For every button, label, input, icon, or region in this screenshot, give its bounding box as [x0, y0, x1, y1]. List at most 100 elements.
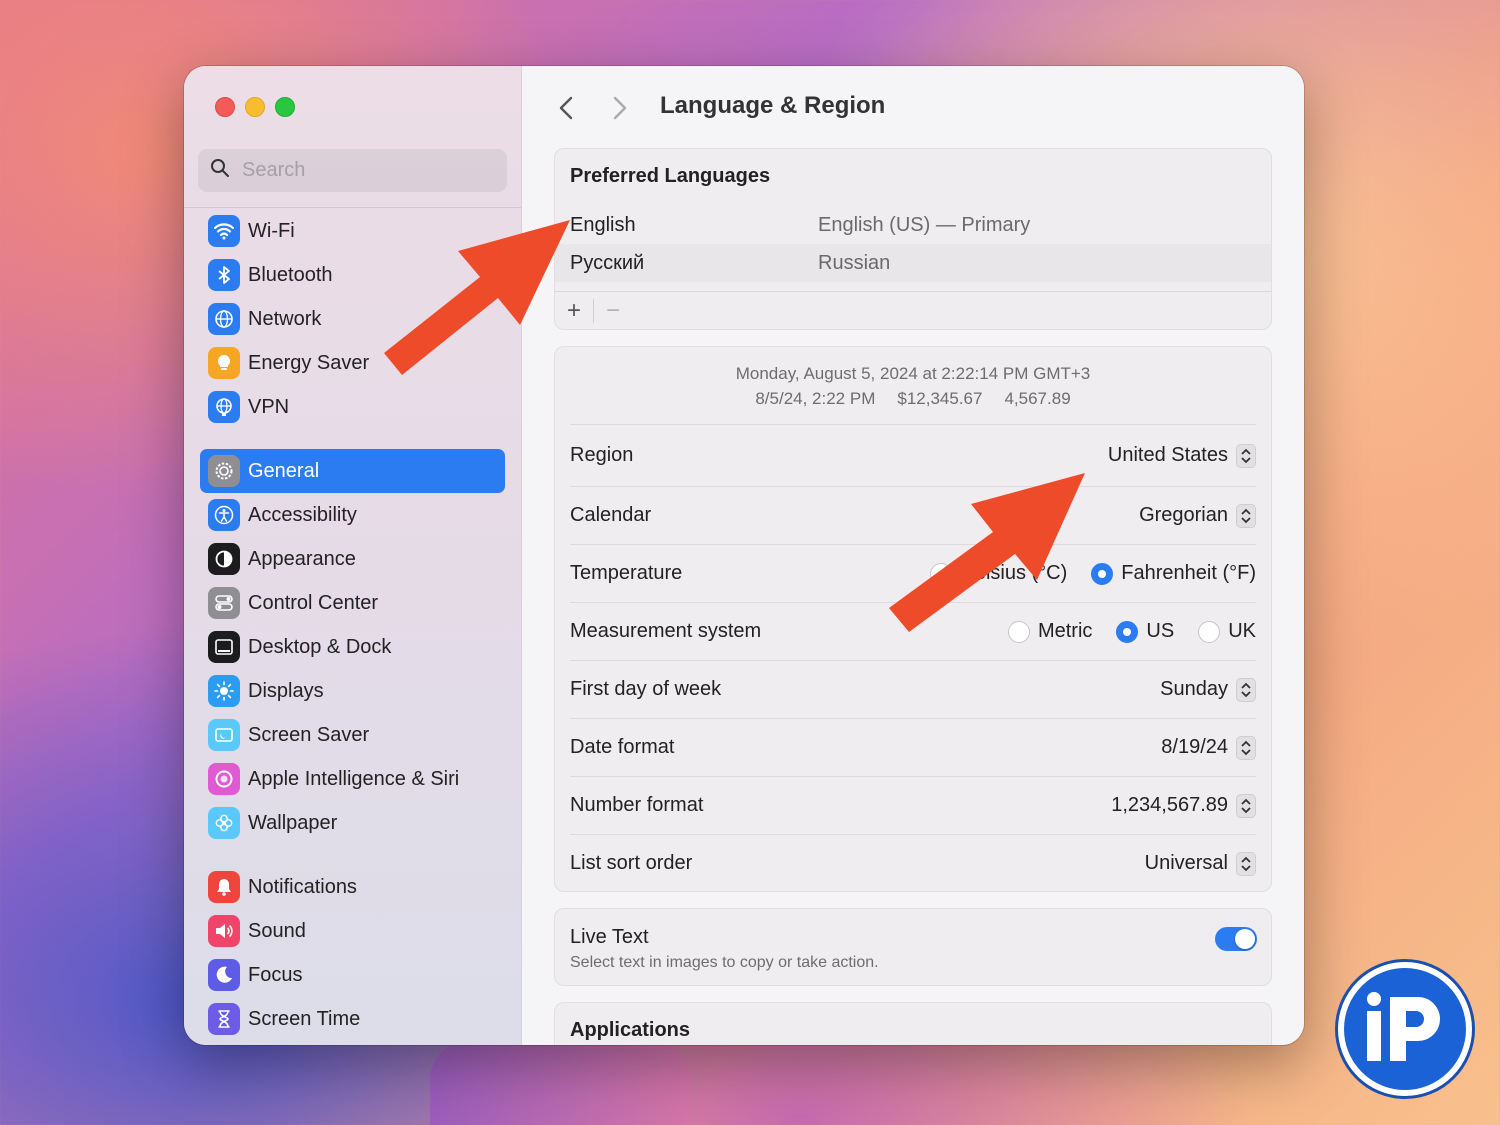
sidebar-item-accessibility[interactable]: Accessibility — [200, 493, 505, 537]
uk-option[interactable]: UK — [1198, 620, 1256, 643]
sidebar-item-label: Desktop & Dock — [248, 635, 392, 658]
sidebar-item-label: General — [248, 459, 320, 482]
close-button[interactable] — [215, 97, 235, 117]
dock-icon — [208, 631, 240, 663]
calendar-popup[interactable]: Gregorian — [1139, 503, 1256, 528]
preview-formats: 8/5/24, 2:22 PM $12,345.67 4,567.89 — [555, 386, 1271, 411]
sidebar-item-label: Apple Intelligence & Siri — [248, 767, 460, 790]
date-format-popup[interactable]: 8/19/24 — [1161, 735, 1256, 760]
celsius-label: Celsius (°C) — [960, 562, 1068, 584]
sidebar-item-label: Network — [248, 307, 322, 330]
sidebar-divider — [184, 207, 521, 208]
metric-label: Metric — [1037, 620, 1093, 642]
calendar-row: Calendar Gregorian — [570, 486, 1256, 544]
iphones-logo — [1338, 962, 1472, 1096]
measurement-row: Measurement system Metric US UK — [570, 602, 1256, 660]
sidebar-item-apple-intelligence-siri[interactable]: Apple Intelligence & Siri — [200, 757, 505, 801]
language-row-english[interactable]: English English (US) — Primary — [555, 206, 1271, 244]
lightbulb-icon — [208, 347, 240, 379]
list-sort-popup[interactable]: Universal — [1145, 851, 1256, 876]
up-down-chevron-icon — [1236, 503, 1256, 528]
flower-icon — [208, 807, 240, 839]
zoom-button[interactable] — [275, 97, 295, 117]
back-button[interactable] — [554, 94, 578, 122]
first-day-row: First day of week Sunday — [570, 660, 1256, 718]
format-preview: Monday, August 5, 2024 at 2:22:14 PM GMT… — [555, 361, 1271, 411]
sidebar-item-sound[interactable]: Sound — [200, 909, 505, 953]
globe-icon — [208, 303, 240, 335]
sidebar-item-focus[interactable]: Focus — [200, 953, 505, 997]
sidebar-item-displays[interactable]: Displays — [200, 669, 505, 713]
sidebar-item-screen-time[interactable]: Screen Time — [200, 997, 505, 1041]
chevron-right-icon — [613, 96, 627, 120]
sidebar-item-bluetooth[interactable]: Bluetooth — [200, 253, 505, 297]
up-down-chevron-icon — [1236, 677, 1256, 702]
sidebar-item-control-center[interactable]: Control Center — [200, 581, 505, 625]
uk-label: UK — [1228, 620, 1256, 642]
sidebar-item-label: VPN — [248, 395, 290, 418]
sidebar-item-general[interactable]: General — [200, 449, 505, 493]
sidebar-item-network[interactable]: Network — [200, 297, 505, 341]
region-settings-card: Monday, August 5, 2024 at 2:22:14 PM GMT… — [554, 346, 1272, 892]
sidebar-item-desktop-dock[interactable]: Desktop & Dock — [200, 625, 505, 669]
toggle-knob — [1235, 929, 1255, 949]
up-down-chevron-icon — [1236, 793, 1256, 818]
language-row-russian[interactable]: Русский Russian — [555, 244, 1271, 282]
ip-logo-icon — [1367, 992, 1440, 1061]
bell-icon — [208, 871, 240, 903]
us-option[interactable]: US — [1116, 620, 1174, 643]
fahrenheit-option[interactable]: Fahrenheit (°F) — [1091, 562, 1256, 585]
first-day-label: First day of week — [570, 678, 722, 700]
number-format-popup[interactable]: 1,234,567.89 — [1111, 793, 1256, 818]
sidebar-item-wallpaper[interactable]: Wallpaper — [200, 801, 505, 845]
sidebar-item-label: Screen Time — [248, 1007, 361, 1030]
sidebar-item-vpn[interactable]: VPN — [200, 385, 505, 429]
gear-icon — [208, 455, 240, 487]
preview-date: 8/5/24, 2:22 PM — [755, 389, 876, 408]
search-placeholder: Search — [242, 159, 306, 181]
preview-currency: $12,345.67 — [897, 389, 983, 408]
remove-language-button[interactable]: − — [594, 292, 632, 330]
sidebar-item-label: Control Center — [248, 591, 379, 614]
control-center-icon — [208, 587, 240, 619]
date-format-value: 8/19/24 — [1161, 736, 1228, 758]
minimize-button[interactable] — [245, 97, 265, 117]
metric-option[interactable]: Metric — [1007, 620, 1093, 643]
radio-button-selected — [1116, 620, 1139, 643]
sidebar-item-appearance[interactable]: Appearance — [200, 537, 505, 581]
forward-button[interactable] — [608, 94, 632, 122]
sidebar: Search Wi-Fi Bluetooth Network Energy Saver… — [184, 66, 522, 1045]
sidebar-item-screen-saver[interactable]: Screen Saver — [200, 713, 505, 757]
calendar-value: Gregorian — [1139, 504, 1228, 526]
region-value: United States — [1107, 444, 1228, 466]
radio-button-selected — [1091, 562, 1114, 585]
sidebar-item-label: Wi-Fi — [248, 219, 295, 242]
language-name: English — [570, 213, 636, 236]
us-label: US — [1146, 620, 1175, 642]
sidebar-item-notifications[interactable]: Notifications — [200, 865, 505, 909]
date-format-label: Date format — [570, 736, 675, 758]
language-name: Русский — [570, 251, 645, 274]
first-day-popup[interactable]: Sunday — [1160, 677, 1256, 702]
add-language-button[interactable]: + — [555, 292, 593, 330]
first-day-value: Sunday — [1160, 678, 1228, 700]
list-sort-label: List sort order — [570, 852, 693, 874]
region-row: Region United States — [570, 424, 1256, 486]
speaker-icon — [208, 915, 240, 947]
celsius-option[interactable]: Celsius (°C) — [930, 562, 1067, 585]
region-popup[interactable]: United States — [1107, 443, 1256, 468]
sidebar-item-label: Energy Saver — [248, 351, 370, 374]
sidebar-item-label: Sound — [248, 919, 306, 942]
sidebar-item-label: Accessibility — [248, 503, 357, 526]
sidebar-item-wi-fi[interactable]: Wi-Fi — [200, 209, 505, 253]
search-field[interactable]: Search — [198, 149, 507, 192]
vpn-globe-icon — [208, 391, 240, 423]
window-controls — [215, 97, 295, 117]
moon-icon — [208, 959, 240, 991]
live-text-toggle[interactable] — [1215, 927, 1257, 951]
sidebar-item-energy-saver[interactable]: Energy Saver — [200, 341, 505, 385]
list-sort-row: List sort order Universal — [570, 834, 1256, 892]
wifi-icon — [208, 215, 240, 247]
region-label: Region — [570, 444, 634, 466]
